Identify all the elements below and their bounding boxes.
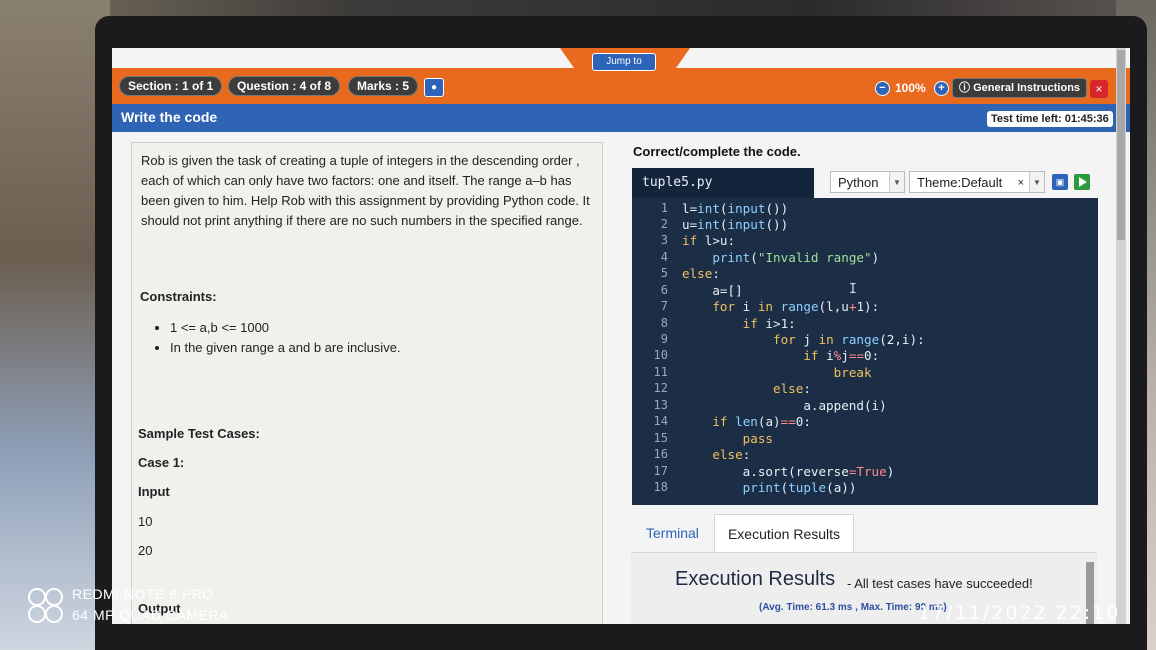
line-number: 6 xyxy=(660,283,668,297)
code-line[interactable]: else: xyxy=(682,447,750,462)
line-number: 4 xyxy=(660,250,668,264)
code-line[interactable]: print("Invalid range") xyxy=(682,250,879,265)
code-line[interactable]: a=[] xyxy=(682,283,742,298)
clear-icon[interactable]: × xyxy=(1018,172,1024,194)
problem-text: Rob is given the task of creating a tupl… xyxy=(141,153,590,228)
page-scrollbar-thumb[interactable] xyxy=(1117,50,1125,240)
zoom-level: 100% xyxy=(895,81,926,95)
line-number: 8 xyxy=(660,316,668,330)
run-icon[interactable] xyxy=(1074,174,1090,190)
line-number: 12 xyxy=(653,381,668,395)
code-line[interactable]: for i in range(l,u+1): xyxy=(682,299,879,314)
zoom-in-icon[interactable]: + xyxy=(934,81,949,96)
title-bar: Write the code Test time left: 01:45:36 xyxy=(112,104,1130,132)
zoom-out-icon[interactable]: − xyxy=(875,81,890,96)
page-title: Write the code xyxy=(121,109,218,125)
line-number: 3 xyxy=(660,233,668,247)
section-badge[interactable]: Section : 1 of 1 xyxy=(119,76,223,96)
code-line[interactable]: if i%j==0: xyxy=(682,348,879,363)
chat-icon[interactable]: ● xyxy=(424,78,444,97)
tab-terminal[interactable]: Terminal xyxy=(646,525,699,541)
line-number: 13 xyxy=(653,398,668,412)
camera-logo-icon xyxy=(28,588,64,624)
info-icon: ⓘ xyxy=(959,82,974,94)
text-cursor-icon: I xyxy=(849,282,857,297)
code-line[interactable]: if l>u: xyxy=(682,233,735,248)
line-number: 1 xyxy=(660,201,668,215)
code-line[interactable]: pass xyxy=(682,431,773,446)
input-value: 10 xyxy=(138,514,153,529)
constraint-item: In the given range a and b are inclusive… xyxy=(170,338,401,358)
code-line[interactable]: l=int(input()) xyxy=(682,201,788,216)
question-nav-bar: Section : 1 of 1 Question : 4 of 8 Marks… xyxy=(112,68,1130,104)
code-line[interactable]: for j in range(2,i): xyxy=(682,332,925,347)
photo-background-left xyxy=(0,0,110,650)
language-value: Python xyxy=(838,175,879,190)
chevron-down-icon: ▼ xyxy=(1029,172,1044,192)
code-line[interactable]: else: xyxy=(682,266,720,281)
line-number: 16 xyxy=(653,447,668,461)
code-line[interactable]: else: xyxy=(682,381,811,396)
tab-execution-results[interactable]: Execution Results xyxy=(714,514,854,552)
marks-badge: Marks : 5 xyxy=(348,76,419,96)
editor-heading: Correct/complete the code. xyxy=(633,144,801,159)
question-badge[interactable]: Question : 4 of 8 xyxy=(228,76,341,96)
problem-pane: Rob is given the task of creating a tupl… xyxy=(131,142,603,624)
chevron-down-icon: ▼ xyxy=(889,172,904,192)
watermark-device: REDMI NOTE 8 PRO xyxy=(72,586,214,602)
language-select[interactable]: Python ▼ xyxy=(830,171,905,193)
line-number: 18 xyxy=(653,480,668,494)
line-number: 11 xyxy=(653,365,668,379)
general-instructions-label: General Instructions xyxy=(973,82,1081,94)
watermark-camera: 64 MP QUAD CAMERA xyxy=(72,607,229,623)
save-icon[interactable]: ▣ xyxy=(1052,174,1068,190)
line-number: 9 xyxy=(660,332,668,346)
code-line[interactable]: if i>1: xyxy=(682,316,796,331)
theme-value: Theme:Default xyxy=(917,175,1003,190)
constraints-heading: Constraints: xyxy=(140,289,217,304)
sample-test-cases-heading: Sample Test Cases: xyxy=(138,426,260,441)
line-number: 7 xyxy=(660,299,668,313)
line-number: 10 xyxy=(653,348,668,362)
line-number: 2 xyxy=(660,217,668,231)
code-line[interactable]: if len(a)==0: xyxy=(682,414,811,429)
case-heading: Case 1: xyxy=(138,455,185,470)
general-instructions-button[interactable]: ⓘ General Instructions xyxy=(952,78,1088,98)
line-number: 5 xyxy=(660,266,668,280)
line-number: 17 xyxy=(653,464,668,478)
close-button[interactable]: × xyxy=(1090,80,1108,98)
code-line[interactable]: a.append(i) xyxy=(682,398,886,413)
theme-select[interactable]: Theme:Default × ▼ xyxy=(909,171,1045,193)
code-line[interactable]: break xyxy=(682,365,872,380)
constraints-list: 1 <= a,b <= 1000 In the given range a an… xyxy=(156,318,401,358)
input-value: 20 xyxy=(138,543,153,558)
line-number: 15 xyxy=(653,431,668,445)
line-number: 14 xyxy=(653,414,668,428)
code-line[interactable]: print(tuple(a)) xyxy=(682,480,857,495)
test-timer: Test time left: 01:45:36 xyxy=(987,111,1113,127)
input-heading: Input xyxy=(138,484,170,499)
jump-to-button[interactable]: Jump to xyxy=(592,53,656,71)
screen: Jump to Section : 1 of 1 Question : 4 of… xyxy=(112,48,1130,624)
execution-results-title: Execution Results xyxy=(675,568,836,590)
code-line[interactable]: a.sort(reverse=True) xyxy=(682,464,895,479)
file-tab[interactable]: tuple5.py xyxy=(632,168,814,198)
code-line[interactable]: u=int(input()) xyxy=(682,217,788,232)
watermark-datetime: 17/11/2022 22:10 xyxy=(918,602,1121,624)
execution-status: - All test cases have succeeded! xyxy=(847,576,1033,591)
constraint-item: 1 <= a,b <= 1000 xyxy=(170,318,401,338)
